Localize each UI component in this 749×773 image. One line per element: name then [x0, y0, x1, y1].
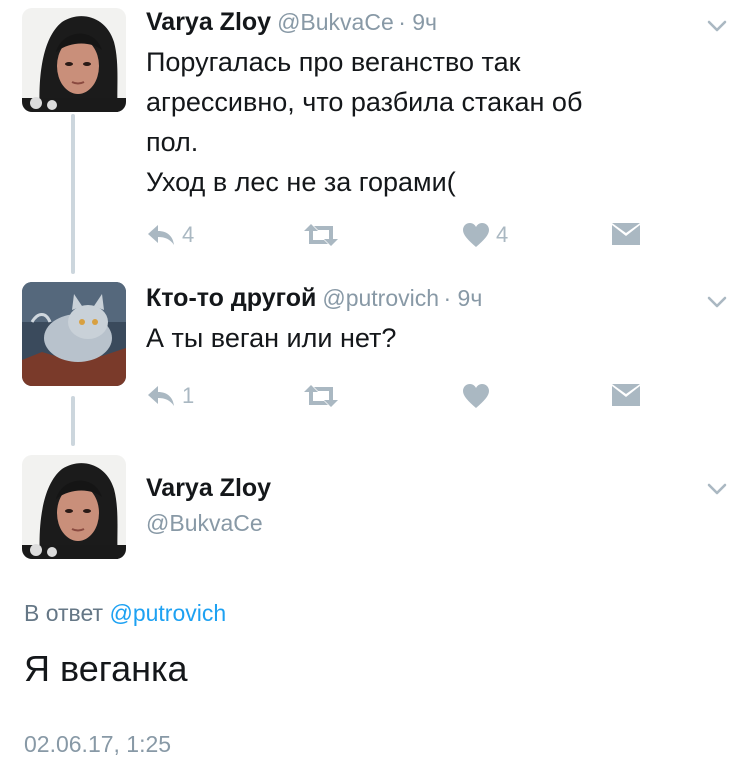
avatar[interactable] [22, 282, 126, 386]
like-count: 4 [496, 222, 509, 247]
reply-to-label: В ответ [24, 600, 104, 626]
thread-line-2 [71, 396, 75, 446]
tweet-time[interactable]: · 9ч [443, 285, 482, 311]
author-name[interactable]: Varya Zloy [146, 474, 271, 503]
tweet-text: Поругалась про веганство так агрессивно,… [146, 47, 583, 197]
chevron-down-icon[interactable] [703, 288, 731, 316]
tweet-text: А ты веган или нет? [146, 323, 397, 353]
like-button[interactable] [462, 383, 490, 409]
envelope-icon [612, 384, 640, 406]
message-button[interactable] [611, 222, 641, 246]
heart-icon [463, 223, 489, 247]
message-button[interactable] [611, 383, 641, 407]
chevron-down-icon[interactable] [703, 475, 731, 503]
tweet2-header: Кто-то другой @putrovich · 9ч [146, 284, 482, 313]
retweet-icon [304, 385, 338, 407]
author-handle[interactable]: @putrovich [322, 285, 439, 311]
reply-to-line: В ответ @putrovich [24, 600, 226, 627]
retweet-button[interactable] [302, 222, 340, 248]
author-handle[interactable]: @BukvaCe [146, 510, 263, 537]
avatar[interactable] [22, 455, 126, 559]
reply-button[interactable]: 4 [146, 222, 194, 248]
reply-icon [148, 386, 174, 406]
tweet-time[interactable]: · 9ч [398, 9, 437, 35]
author-handle[interactable]: @BukvaCe [277, 9, 394, 35]
reply-to-mention[interactable]: @putrovich [109, 600, 226, 626]
reply-count: 1 [182, 383, 195, 408]
like-button[interactable]: 4 [462, 222, 508, 248]
tweet1-header: Varya Zloy @BukvaCe · 9ч [146, 8, 437, 37]
tweet-timestamp[interactable]: 02.06.17, 1:25 [24, 731, 171, 758]
author-name[interactable]: Varya Zloy [146, 8, 271, 36]
chevron-down-icon[interactable] [703, 12, 731, 40]
tweet-text: Я веганка [24, 648, 188, 689]
thread-line-1 [71, 114, 75, 274]
reply-icon [148, 225, 174, 245]
reply-count: 4 [182, 222, 195, 247]
reply-button[interactable]: 1 [146, 383, 194, 409]
envelope-icon [612, 223, 640, 245]
retweet-button[interactable] [302, 383, 340, 409]
heart-icon [463, 384, 489, 408]
author-name[interactable]: Кто-то другой [146, 284, 316, 312]
retweet-icon [304, 224, 338, 246]
avatar[interactable] [22, 8, 126, 112]
